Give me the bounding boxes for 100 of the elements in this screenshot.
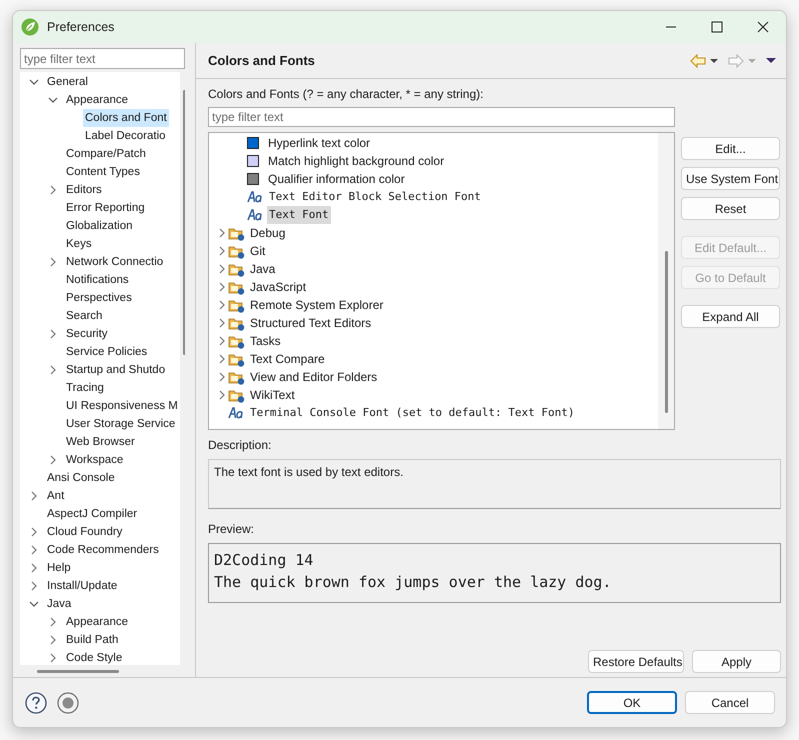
record-icon[interactable] bbox=[57, 692, 79, 714]
button[interactable]: OK bbox=[587, 691, 677, 714]
tree-item[interactable]: Tracing bbox=[64, 379, 106, 397]
tree-item[interactable]: Appearance bbox=[64, 91, 130, 109]
tree-item[interactable]: View and Editor Folders bbox=[248, 368, 380, 386]
chevron-down-icon[interactable] bbox=[28, 599, 38, 609]
tree-item[interactable]: Keys bbox=[64, 235, 94, 253]
tree-item[interactable]: Code Style bbox=[64, 649, 124, 665]
button[interactable]: Reset bbox=[681, 197, 780, 220]
chevron-right-icon[interactable] bbox=[28, 581, 38, 591]
view-menu-icon[interactable] bbox=[766, 57, 776, 64]
tree-item[interactable]: Ansi Console bbox=[45, 469, 117, 487]
tree-item[interactable]: WikiText bbox=[248, 386, 297, 404]
chevron-right-icon[interactable] bbox=[216, 372, 226, 382]
tree-item[interactable]: Compare/Patch bbox=[64, 145, 148, 163]
tree-item[interactable]: Text Compare bbox=[248, 350, 327, 368]
tree-item[interactable]: Startup and Shutdo bbox=[64, 361, 168, 379]
tree-item[interactable]: Web Browser bbox=[64, 433, 137, 451]
button[interactable]: Edit... bbox=[681, 137, 780, 160]
chevron-right-icon[interactable] bbox=[216, 300, 226, 310]
button[interactable]: Restore Defaults bbox=[588, 650, 684, 673]
tree-item[interactable]: Structured Text Editors bbox=[248, 314, 374, 332]
tree-item[interactable]: Build Path bbox=[64, 631, 120, 649]
tree-item[interactable]: Code Recommenders bbox=[45, 541, 161, 559]
chevron-right-icon[interactable] bbox=[48, 653, 58, 663]
tree-item[interactable]: Cloud Foundry bbox=[45, 523, 124, 541]
tree-item[interactable]: Service Policies bbox=[64, 343, 150, 361]
chevron-right-icon[interactable] bbox=[216, 246, 226, 256]
folder-icon bbox=[228, 388, 245, 402]
tree-item[interactable]: Text Font bbox=[267, 206, 331, 224]
tree-item[interactable]: Perspectives bbox=[64, 289, 134, 307]
chevron-right-icon[interactable] bbox=[216, 228, 226, 238]
chevron-right-icon[interactable] bbox=[48, 635, 58, 645]
maximize-icon[interactable] bbox=[711, 21, 723, 33]
chevron-right-icon[interactable] bbox=[48, 329, 58, 339]
chevron-right-icon[interactable] bbox=[216, 318, 226, 328]
font-icon bbox=[247, 191, 263, 203]
chevron-down-icon[interactable] bbox=[28, 77, 38, 87]
tree-item[interactable]: User Storage Service bbox=[64, 415, 178, 433]
chevron-right-icon[interactable] bbox=[48, 365, 58, 375]
tree-item[interactable]: Error Reporting bbox=[64, 199, 147, 217]
chevron-right-icon[interactable] bbox=[216, 282, 226, 292]
scrollbar-thumb[interactable] bbox=[182, 90, 185, 355]
chevron-right-icon[interactable] bbox=[216, 390, 226, 400]
tree-item[interactable]: Editors bbox=[64, 181, 104, 199]
tree-item[interactable]: Match highlight background color bbox=[266, 152, 446, 170]
tree-item[interactable]: Network Connectio bbox=[64, 253, 166, 271]
chevron-right-icon[interactable] bbox=[48, 257, 58, 267]
chevron-right-icon[interactable] bbox=[216, 336, 226, 346]
chevron-right-icon[interactable] bbox=[28, 491, 38, 501]
tree-item[interactable]: Java bbox=[45, 595, 74, 613]
scrollbar-thumb[interactable] bbox=[664, 251, 668, 413]
chevron-right-icon[interactable] bbox=[28, 563, 38, 573]
chevron-down-icon[interactable] bbox=[48, 95, 58, 105]
chevron-right-icon[interactable] bbox=[28, 527, 38, 537]
chevron-right-icon[interactable] bbox=[48, 617, 58, 627]
tree-item[interactable]: General bbox=[45, 73, 90, 91]
tree-item[interactable]: JavaScript bbox=[248, 278, 308, 296]
tree-item[interactable]: Colors and Font bbox=[83, 109, 169, 127]
tree-item[interactable]: Tasks bbox=[248, 332, 283, 350]
tree-item[interactable]: Ant bbox=[45, 487, 66, 505]
folder-icon bbox=[228, 262, 245, 276]
chevron-right-icon[interactable] bbox=[28, 545, 38, 555]
close-icon[interactable] bbox=[757, 21, 769, 33]
tree-item[interactable]: Workspace bbox=[64, 451, 126, 469]
tree-item[interactable]: Search bbox=[64, 307, 104, 325]
tree-item[interactable]: Git bbox=[248, 242, 268, 260]
tree-item[interactable]: Appearance bbox=[64, 613, 130, 631]
chevron-right-icon[interactable] bbox=[48, 455, 58, 465]
tree-item[interactable]: Label Decoratio bbox=[83, 127, 168, 145]
scrollbar-thumb[interactable] bbox=[37, 670, 119, 672]
font-icon bbox=[247, 209, 263, 221]
caret-icon[interactable] bbox=[710, 58, 718, 64]
tree-item[interactable]: Content Types bbox=[64, 163, 142, 181]
tree-item[interactable]: Install/Update bbox=[45, 577, 120, 595]
chevron-right-icon[interactable] bbox=[216, 354, 226, 364]
tree-item[interactable]: Notifications bbox=[64, 271, 131, 289]
tree-item[interactable]: Hyperlink text color bbox=[266, 134, 372, 152]
button[interactable]: Apply bbox=[692, 650, 781, 673]
tree-item[interactable]: UI Responsiveness M bbox=[64, 397, 180, 415]
tree-item[interactable]: AspectJ Compiler bbox=[45, 505, 140, 523]
folder-icon bbox=[228, 226, 245, 240]
tree-item[interactable]: Qualifier information color bbox=[266, 170, 407, 188]
tree-item[interactable]: Text Editor Block Selection Font bbox=[267, 188, 483, 206]
tree-item[interactable]: Globalization bbox=[64, 217, 134, 235]
chevron-right-icon[interactable] bbox=[48, 185, 58, 195]
button[interactable]: Cancel bbox=[685, 691, 775, 714]
filter-field[interactable]: type filter text bbox=[20, 48, 185, 69]
tree-item[interactable]: Help bbox=[45, 559, 73, 577]
tree-item[interactable]: Security bbox=[64, 325, 110, 343]
folder-icon bbox=[228, 298, 245, 312]
filter-field[interactable]: type filter text bbox=[208, 107, 675, 127]
help-icon[interactable] bbox=[25, 692, 47, 714]
tree-item[interactable]: Remote System Explorer bbox=[248, 296, 386, 314]
tree-item[interactable]: Debug bbox=[248, 224, 288, 242]
chevron-right-icon[interactable] bbox=[216, 264, 226, 274]
button[interactable]: Use System Font bbox=[681, 167, 780, 190]
tree-item[interactable]: Java bbox=[248, 260, 278, 278]
button[interactable]: Expand All bbox=[681, 305, 780, 328]
tree-item[interactable]: Terminal Console Font (set to default: Text Font) bbox=[248, 404, 577, 422]
